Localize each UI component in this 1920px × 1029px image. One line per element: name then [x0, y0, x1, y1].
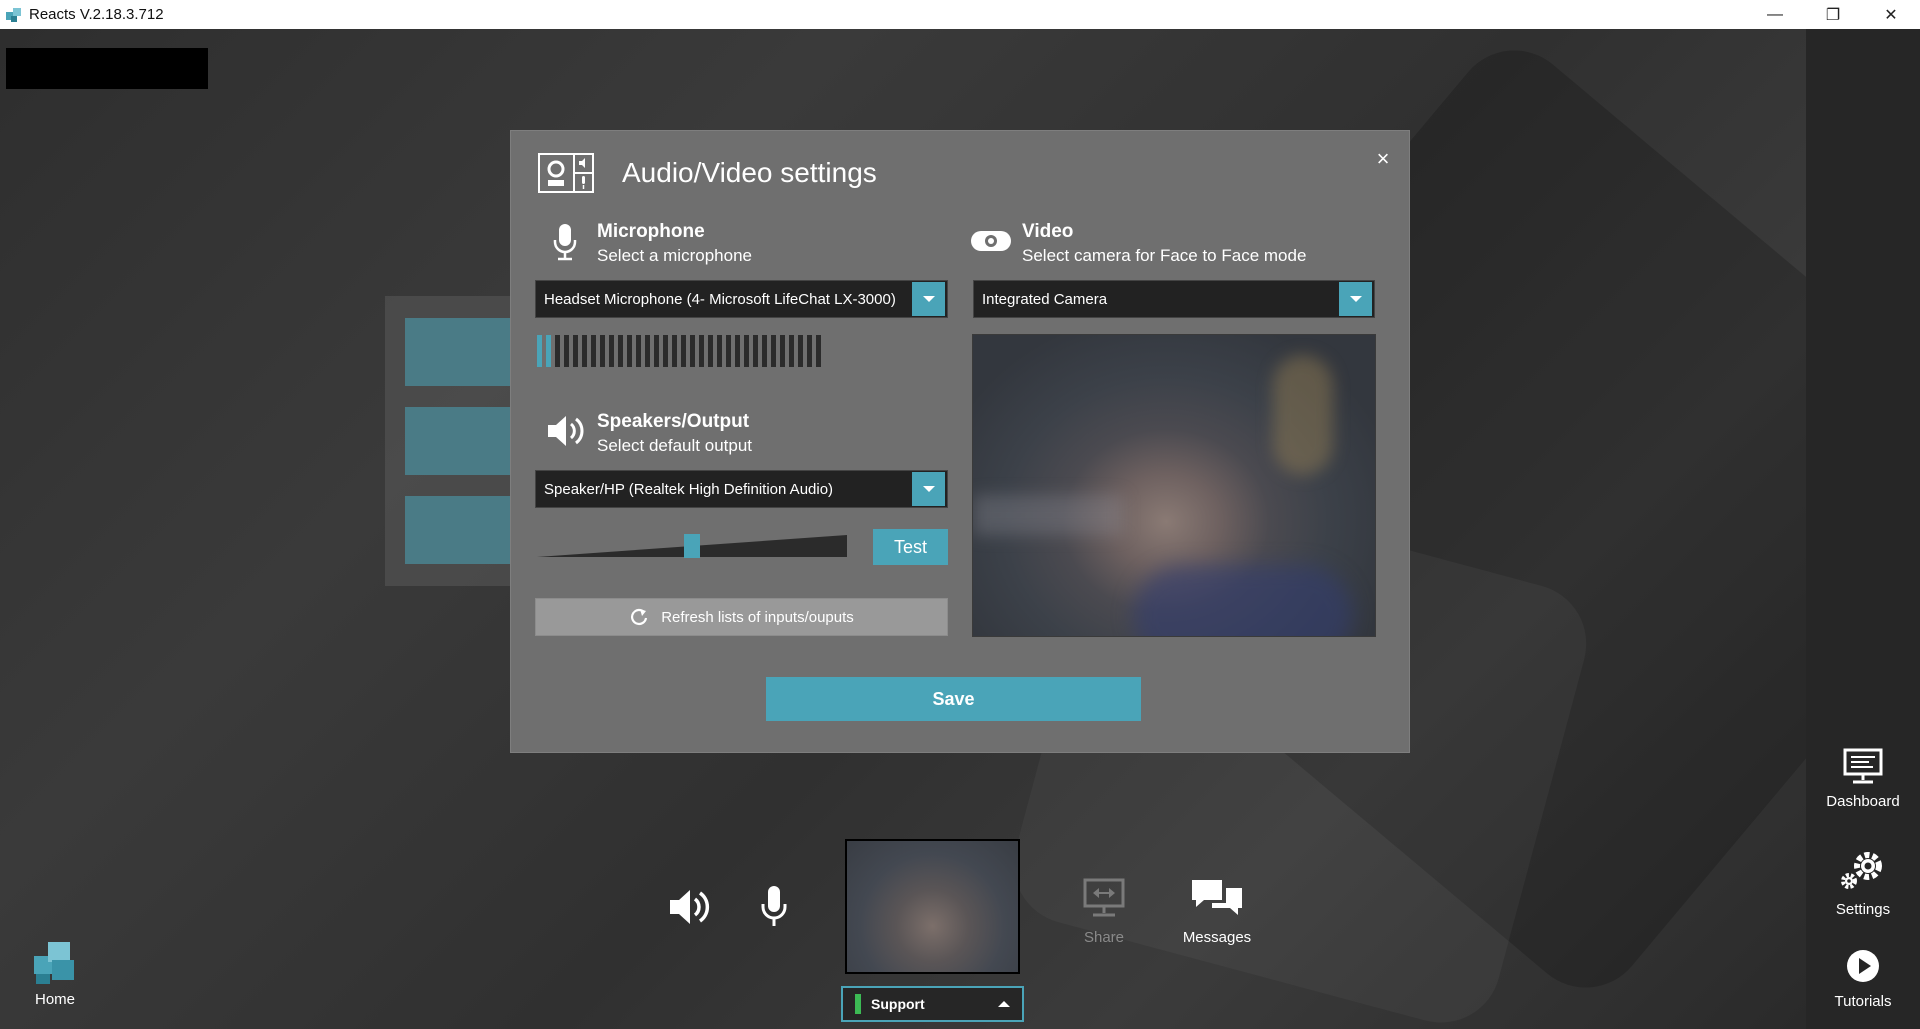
level-meter-bar	[582, 335, 587, 367]
dashboard-label: Dashboard	[1826, 793, 1900, 810]
level-meter-bar	[798, 335, 803, 367]
video-title: Video	[1022, 221, 1074, 242]
microphone-subtitle: Select a microphone	[597, 246, 752, 265]
settings-label: Settings	[1835, 901, 1891, 918]
share-label: Share	[1083, 929, 1125, 946]
chevron-down-icon[interactable]	[912, 472, 945, 506]
tutorials-button[interactable]: Tutorials	[1806, 948, 1920, 1010]
tutorials-label: Tutorials	[1834, 993, 1892, 1010]
chevron-up-icon	[998, 1001, 1010, 1007]
refresh-button[interactable]: Refresh lists of inputs/ouputs	[535, 598, 948, 636]
play-icon	[1847, 950, 1879, 982]
speaker-toggle-icon[interactable]	[666, 884, 712, 930]
status-indicator	[855, 994, 861, 1014]
volume-slider[interactable]	[537, 534, 847, 558]
support-dropdown[interactable]: Support	[841, 986, 1024, 1022]
level-meter-bar	[645, 335, 650, 367]
background-tile	[405, 318, 525, 386]
speaker-select-value: Speaker/HP (Realtek High Definition Audi…	[544, 480, 834, 498]
speakers-title: Speakers/Output	[597, 411, 750, 432]
minimize-button[interactable]: —	[1746, 0, 1804, 29]
home-icon	[34, 942, 74, 984]
level-meter-bar	[546, 335, 551, 367]
camera-icon	[971, 231, 1011, 251]
level-meter-bar	[600, 335, 605, 367]
level-meter-bar	[699, 335, 704, 367]
microphone-level-meter	[537, 335, 825, 367]
dialog-title: Audio/Video settings	[622, 157, 877, 188]
level-meter-bar	[537, 335, 542, 367]
restore-button[interactable]: ❐	[1804, 0, 1862, 29]
title-bar: Reacts V.2.18.3.712 — ❐ ✕	[0, 0, 1920, 29]
home-label: Home	[34, 991, 75, 1008]
level-meter-bar	[555, 335, 560, 367]
settings-button[interactable]: Settings	[1806, 848, 1920, 918]
level-meter-bar	[591, 335, 596, 367]
redacted-area	[6, 48, 208, 89]
share-screen-icon[interactable]	[1083, 878, 1125, 918]
save-button[interactable]: Save	[766, 677, 1141, 721]
refresh-icon	[631, 608, 648, 625]
home-button[interactable]	[30, 938, 80, 993]
messages-label: Messages	[1182, 929, 1252, 946]
level-meter-bar	[744, 335, 749, 367]
chevron-down-icon[interactable]	[912, 282, 945, 316]
dashboard-button[interactable]: Dashboard	[1806, 748, 1920, 810]
background-tile	[405, 496, 525, 564]
camera-select[interactable]: Integrated Camera	[973, 280, 1375, 318]
chevron-down-icon[interactable]	[1339, 282, 1372, 316]
microphone-title: Microphone	[597, 221, 705, 242]
video-subtitle: Select camera for Face to Face mode	[1022, 246, 1307, 265]
dashboard-icon	[1843, 748, 1883, 784]
self-video-preview[interactable]	[845, 839, 1020, 974]
close-window-button[interactable]: ✕	[1862, 0, 1920, 29]
microphone-select-value: Headset Microphone (4- Microsoft LifeCha…	[544, 290, 896, 308]
level-meter-bar	[753, 335, 758, 367]
level-meter-bar	[654, 335, 659, 367]
speaker-icon	[548, 416, 584, 446]
level-meter-bar	[807, 335, 812, 367]
level-meter-bar	[681, 335, 686, 367]
volume-slider-thumb[interactable]	[684, 534, 700, 558]
microphone-icon	[553, 224, 577, 261]
microphone-toggle-icon[interactable]	[759, 884, 789, 930]
level-meter-bar	[573, 335, 578, 367]
speakers-subtitle: Select default output	[597, 436, 753, 455]
messages-icon[interactable]	[1190, 878, 1244, 920]
level-meter-bar	[663, 335, 668, 367]
gear-icon	[1841, 852, 1882, 889]
background-tile	[405, 407, 525, 475]
level-meter-bar	[609, 335, 614, 367]
level-meter-bar	[771, 335, 776, 367]
level-meter-bar	[690, 335, 695, 367]
test-button[interactable]: Test	[873, 529, 948, 565]
level-meter-bar	[726, 335, 731, 367]
level-meter-bar	[672, 335, 677, 367]
close-icon[interactable]: ×	[1372, 148, 1394, 170]
level-meter-bar	[717, 335, 722, 367]
camera-preview	[972, 334, 1376, 637]
level-meter-bar	[636, 335, 641, 367]
av-settings-icon	[538, 153, 594, 193]
level-meter-bar	[618, 335, 623, 367]
level-meter-bar	[627, 335, 632, 367]
level-meter-bar	[780, 335, 785, 367]
camera-select-value: Integrated Camera	[982, 290, 1108, 308]
level-meter-bar	[564, 335, 569, 367]
level-meter-bar	[789, 335, 794, 367]
microphone-select[interactable]: Headset Microphone (4- Microsoft LifeCha…	[535, 280, 948, 318]
refresh-label: Refresh lists of inputs/ouputs	[661, 608, 854, 626]
level-meter-bar	[708, 335, 713, 367]
level-meter-bar	[762, 335, 767, 367]
app-logo-icon	[6, 7, 21, 22]
speaker-select[interactable]: Speaker/HP (Realtek High Definition Audi…	[535, 470, 948, 508]
support-label: Support	[871, 996, 925, 1012]
level-meter-bar	[816, 335, 821, 367]
window-title: Reacts V.2.18.3.712	[29, 6, 164, 23]
level-meter-bar	[735, 335, 740, 367]
